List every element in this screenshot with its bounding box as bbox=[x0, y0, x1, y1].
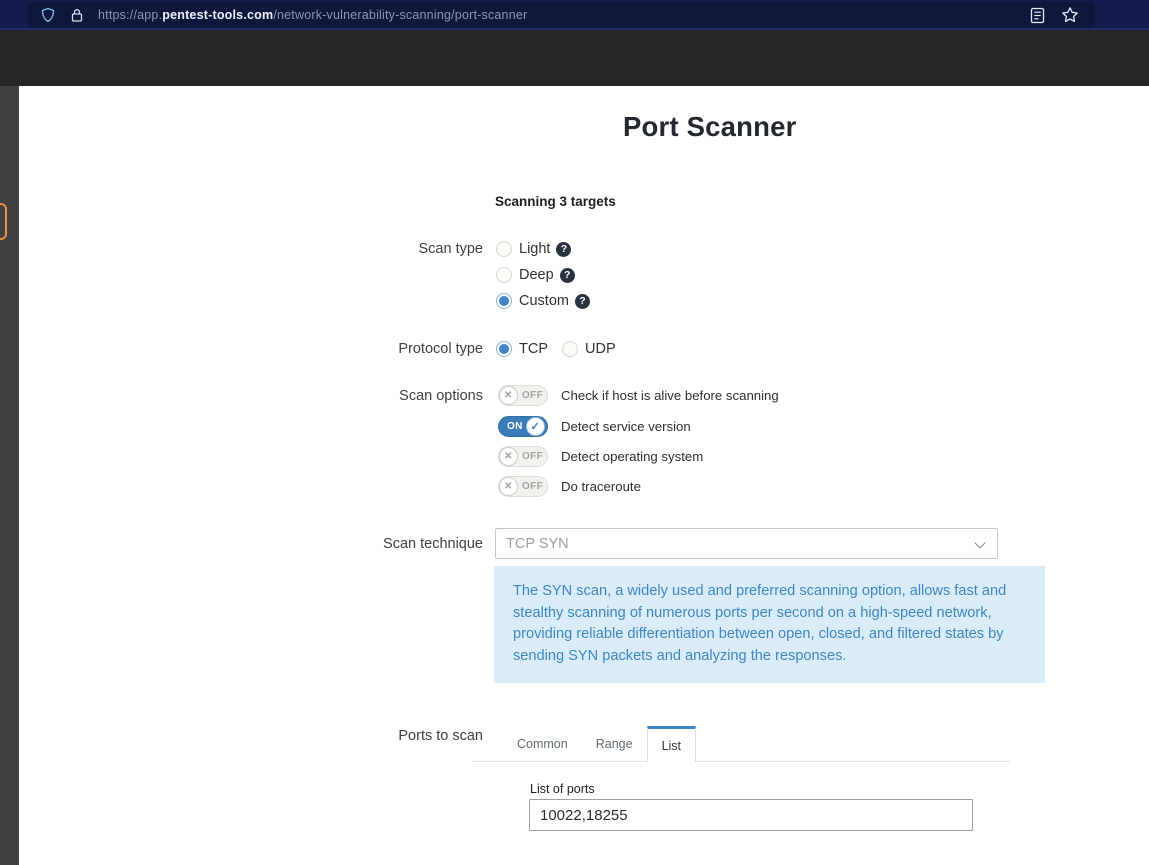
protocol-type-options: TCP UDP bbox=[496, 341, 616, 357]
scan-technique-label: Scan technique bbox=[263, 536, 483, 553]
radio-tcp[interactable] bbox=[496, 341, 512, 357]
toggle-state-text: ON bbox=[507, 421, 523, 432]
list-of-ports-input[interactable] bbox=[529, 799, 973, 831]
scan-technique-value: TCP SYN bbox=[506, 536, 569, 552]
radio-udp[interactable] bbox=[562, 341, 578, 357]
radio-tcp-label: TCP bbox=[519, 341, 548, 357]
toggle-row-service-version: ON ✓ Detect service version bbox=[498, 416, 691, 437]
radio-light[interactable] bbox=[496, 241, 512, 257]
url-path: /network-vulnerability-scanning/port-sca… bbox=[273, 8, 527, 22]
radio-custom-label: Custom bbox=[519, 293, 569, 309]
scan-technique-description: The SYN scan, a widely used and preferre… bbox=[494, 566, 1045, 683]
collapsed-sidebar[interactable] bbox=[0, 86, 19, 865]
scan-type-label: Scan type bbox=[263, 241, 483, 258]
toggle-state-text: OFF bbox=[522, 481, 543, 492]
browser-toolbar: https://app.pentest-tools.com/network-vu… bbox=[0, 0, 1149, 30]
toolbar-actions bbox=[1030, 6, 1079, 24]
chevron-down-icon bbox=[974, 537, 985, 548]
toggle-row-detect-os: ✕ OFF Detect operating system bbox=[498, 446, 703, 467]
scan-options-label: Scan options bbox=[263, 388, 483, 405]
scan-technique-select[interactable]: TCP SYN bbox=[495, 528, 998, 559]
reader-mode-icon[interactable] bbox=[1030, 7, 1045, 24]
url-domain: pentest-tools.com bbox=[162, 8, 273, 22]
scan-type-option-light[interactable]: Light ? bbox=[496, 241, 571, 257]
toggle-state-text: OFF bbox=[522, 390, 543, 401]
app-header bbox=[0, 30, 1149, 86]
tab-range[interactable]: Range bbox=[582, 726, 647, 761]
toggle-detect-os[interactable]: ✕ OFF bbox=[498, 446, 548, 467]
toggle-x-icon: ✕ bbox=[499, 386, 518, 405]
main-content: Port Scanner Scanning 3 targets Scan typ… bbox=[19, 86, 1149, 865]
protocol-type-label: Protocol type bbox=[263, 341, 483, 358]
scan-status: Scanning 3 targets bbox=[495, 194, 616, 209]
toggle-row-host-alive: ✕ OFF Check if host is alive before scan… bbox=[498, 385, 779, 406]
toggle-service-version-label: Detect service version bbox=[561, 419, 691, 434]
help-icon[interactable]: ? bbox=[556, 242, 571, 257]
browser-window: https://app.pentest-tools.com/network-vu… bbox=[0, 0, 1149, 865]
toggle-check-icon: ✓ bbox=[526, 417, 545, 436]
ports-to-scan-label: Ports to scan bbox=[263, 728, 483, 745]
sidebar-active-marker[interactable] bbox=[0, 203, 7, 240]
radio-udp-label: UDP bbox=[585, 341, 616, 357]
toggle-detect-os-label: Detect operating system bbox=[561, 449, 703, 464]
url-bar[interactable]: https://app.pentest-tools.com/network-vu… bbox=[28, 2, 1095, 28]
toggle-state-text: OFF bbox=[522, 451, 543, 462]
shield-icon[interactable] bbox=[40, 7, 56, 23]
radio-custom[interactable] bbox=[496, 293, 512, 309]
radio-deep-label: Deep bbox=[519, 267, 554, 283]
url-scheme: https://app. bbox=[98, 8, 162, 22]
list-of-ports-label: List of ports bbox=[530, 782, 595, 796]
toggle-host-alive[interactable]: ✕ OFF bbox=[498, 385, 548, 406]
tab-list[interactable]: List bbox=[647, 726, 696, 762]
help-icon[interactable]: ? bbox=[575, 294, 590, 309]
toggle-host-alive-label: Check if host is alive before scanning bbox=[561, 388, 779, 403]
radio-light-label: Light bbox=[519, 241, 550, 257]
radio-deep[interactable] bbox=[496, 267, 512, 283]
toggle-traceroute-label: Do traceroute bbox=[561, 479, 641, 494]
url-text: https://app.pentest-tools.com/network-vu… bbox=[98, 8, 1030, 22]
toggle-x-icon: ✕ bbox=[499, 477, 518, 496]
toggle-service-version[interactable]: ON ✓ bbox=[498, 416, 548, 437]
bookmark-star-icon[interactable] bbox=[1061, 6, 1079, 24]
scan-type-option-custom[interactable]: Custom ? bbox=[496, 293, 590, 309]
tab-common[interactable]: Common bbox=[503, 726, 582, 761]
toggle-x-icon: ✕ bbox=[499, 447, 518, 466]
scan-type-option-deep[interactable]: Deep ? bbox=[496, 267, 575, 283]
ports-tabbar: Common Range List bbox=[473, 726, 1010, 762]
help-icon[interactable]: ? bbox=[560, 268, 575, 283]
toggle-traceroute[interactable]: ✕ OFF bbox=[498, 476, 548, 497]
toggle-row-traceroute: ✕ OFF Do traceroute bbox=[498, 476, 641, 497]
page-title: Port Scanner bbox=[623, 111, 797, 143]
lock-icon[interactable] bbox=[70, 8, 84, 23]
